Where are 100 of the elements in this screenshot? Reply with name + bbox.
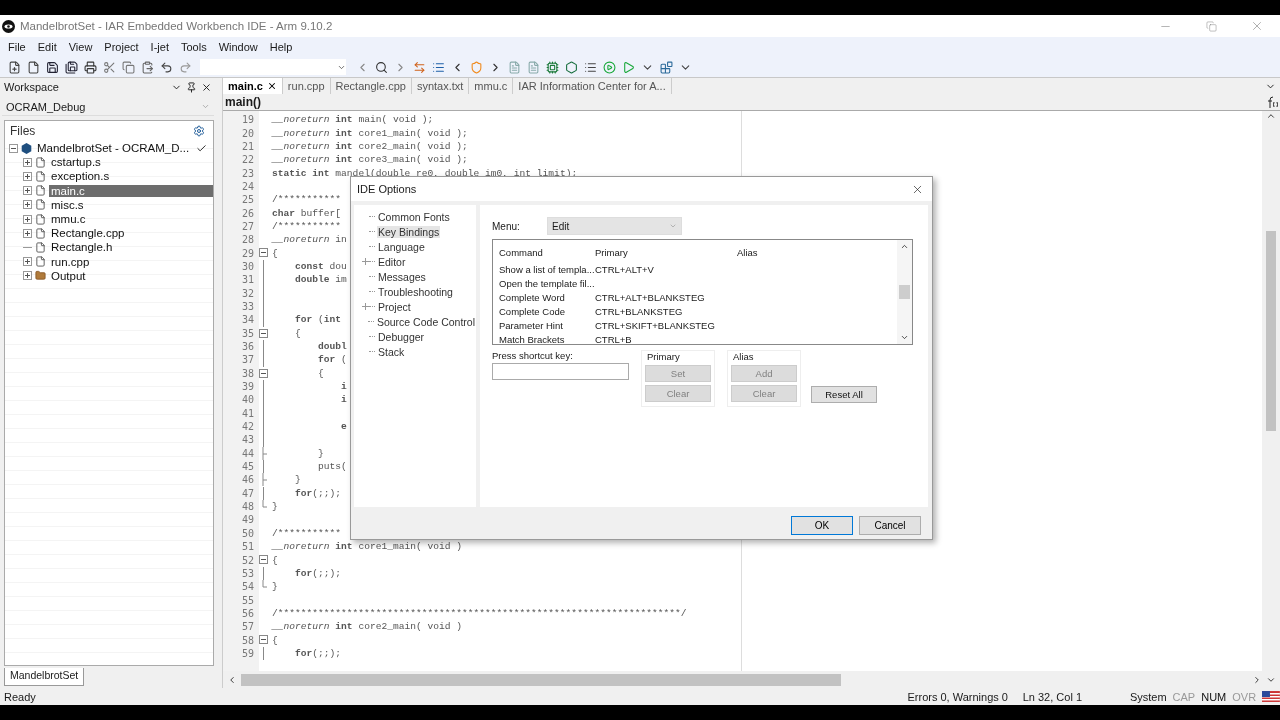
column-header[interactable]: Alias: [737, 246, 897, 258]
menu-item[interactable]: Project: [98, 41, 145, 53]
table-cell[interactable]: Open the template fil...: [499, 277, 595, 289]
save-icon[interactable]: [46, 60, 59, 74]
new-file-icon[interactable]: [8, 60, 21, 74]
fold-toggle-icon[interactable]: [258, 635, 268, 645]
tree-item[interactable]: Output: [49, 269, 88, 282]
fold-toggle-icon[interactable]: [258, 248, 268, 258]
close-icon[interactable]: [266, 81, 277, 91]
play-icon[interactable]: [622, 60, 635, 74]
ok-button[interactable]: OK: [791, 515, 853, 535]
expand-toggle-icon[interactable]: [23, 228, 32, 238]
editor-tab[interactable]: main.c: [223, 78, 283, 94]
expand-icon[interactable]: [362, 258, 369, 265]
table-cell[interactable]: Complete Word: [499, 291, 595, 303]
scroll-left-icon[interactable]: [227, 674, 237, 685]
hexagon-icon[interactable]: [565, 60, 578, 74]
expand-toggle-icon[interactable]: [23, 257, 32, 267]
table-cell[interactable]: Parameter Hint: [499, 319, 595, 331]
vertical-scrollbar[interactable]: [897, 240, 912, 344]
collapse-toggle-icon[interactable]: [9, 143, 18, 153]
horizontal-scrollbar[interactable]: [223, 671, 1280, 688]
options-tree-item[interactable]: Project: [377, 300, 412, 313]
file-icon[interactable]: [27, 60, 40, 74]
paste-icon[interactable]: [141, 60, 154, 74]
scroll-right-icon[interactable]: [1252, 674, 1262, 685]
expand-toggle-icon[interactable]: [23, 186, 32, 196]
tree-item[interactable]: main.c: [49, 184, 213, 197]
table-cell[interactable]: CTRL+ALT+V: [595, 263, 737, 275]
menu-select[interactable]: Edit: [547, 217, 682, 235]
menu-item[interactable]: View: [62, 41, 99, 53]
fold-toggle-icon[interactable]: [258, 328, 268, 338]
chip-icon[interactable]: [546, 60, 559, 74]
options-tree-item[interactable]: Stack: [377, 345, 406, 358]
expand-toggle-icon[interactable]: [23, 157, 32, 167]
fold-toggle-icon[interactable]: [258, 368, 268, 378]
search-icon[interactable]: [375, 60, 388, 74]
options-tree-item[interactable]: Editor: [377, 255, 407, 268]
scroll-down-icon[interactable]: [900, 333, 909, 342]
tree-item[interactable]: mmu.c: [49, 213, 88, 226]
function-icon[interactable]: [1265, 95, 1278, 109]
scroll-up-icon[interactable]: [900, 242, 909, 251]
tree-item[interactable]: cstartup.s: [49, 156, 103, 169]
scroll-up-icon[interactable]: [1266, 111, 1276, 121]
scrollbar-thumb[interactable]: [1266, 231, 1276, 431]
tree-item[interactable]: exception.s: [49, 170, 112, 183]
tree-item[interactable]: MandelbrotSet - OCRAM_D...: [35, 142, 193, 155]
menu-item[interactable]: I-jet: [144, 41, 175, 53]
scrollbar-thumb[interactable]: [241, 673, 841, 686]
vertical-scrollbar[interactable]: [1262, 111, 1280, 671]
tree-item[interactable]: Rectangle.h: [49, 241, 115, 254]
shortcut-field[interactable]: [492, 363, 629, 380]
configuration-select[interactable]: OCRAM_Debug: [2, 98, 214, 116]
copy-icon[interactable]: [122, 60, 135, 74]
pin-icon[interactable]: [186, 81, 197, 93]
options-tree-item[interactable]: Debugger: [377, 330, 426, 343]
menu-item[interactable]: Edit: [31, 41, 63, 53]
table-cell[interactable]: CTRL+SKIFT+BLANKSTEG: [595, 319, 737, 331]
expand-toggle-icon[interactable]: [23, 214, 32, 224]
options-tree-item[interactable]: Messages: [377, 270, 427, 283]
cancel-button[interactable]: Cancel: [859, 515, 921, 535]
close-icon[interactable]: [201, 81, 212, 93]
expand-toggle-icon[interactable]: [23, 271, 32, 281]
printer-icon[interactable]: [84, 60, 97, 74]
list-icon[interactable]: [432, 60, 445, 74]
menu-item[interactable]: Tools: [174, 41, 213, 53]
options-tree-item[interactable]: Key Bindings: [377, 225, 441, 238]
expand-toggle-icon[interactable]: [23, 171, 32, 181]
menu-item[interactable]: File: [2, 41, 32, 53]
tree-item[interactable]: run.cpp: [49, 255, 92, 268]
table-cell[interactable]: CTRL+BLANKSTEG: [595, 305, 737, 317]
table-cell[interactable]: CTRL+ALT+BLANKSTEG: [595, 291, 737, 303]
save-all-icon[interactable]: [65, 60, 78, 74]
tree-item[interactable]: Rectangle.cpp: [49, 227, 127, 240]
scrollbar-thumb[interactable]: [899, 285, 910, 299]
table-cell[interactable]: Complete Code: [499, 305, 595, 317]
table-cell[interactable]: Show a list of templa...: [499, 263, 595, 275]
menu-item[interactable]: Help: [263, 41, 299, 53]
reset-all-button[interactable]: Reset All: [811, 386, 877, 403]
cut-icon[interactable]: [103, 60, 116, 74]
options-tree-item[interactable]: Language: [377, 240, 426, 253]
fold-toggle-icon[interactable]: [258, 555, 268, 565]
table-cell[interactable]: CTRL+B: [595, 334, 737, 344]
expand-toggle-icon[interactable]: [23, 200, 32, 210]
tree-item[interactable]: misc.s: [49, 198, 86, 211]
column-header[interactable]: Command: [499, 246, 595, 258]
settings-icon[interactable]: [193, 125, 205, 137]
blocks-icon[interactable]: [660, 60, 673, 74]
options-tree-item[interactable]: Troubleshooting: [377, 285, 454, 298]
column-header[interactable]: Primary: [595, 246, 737, 258]
arrows-icon[interactable]: [413, 60, 426, 74]
options-tree-item[interactable]: Common Fonts: [377, 210, 451, 223]
list-icon[interactable]: [584, 60, 597, 74]
undo-icon[interactable]: [160, 60, 173, 74]
table-cell[interactable]: Match Brackets: [499, 334, 595, 344]
play-circle-icon[interactable]: [603, 60, 616, 74]
options-tree-item[interactable]: Source Code Control: [375, 315, 476, 328]
workspace-tab[interactable]: MandelbrotSet: [4, 668, 85, 686]
expand-icon[interactable]: [362, 303, 369, 310]
menu-item[interactable]: Window: [212, 41, 264, 53]
